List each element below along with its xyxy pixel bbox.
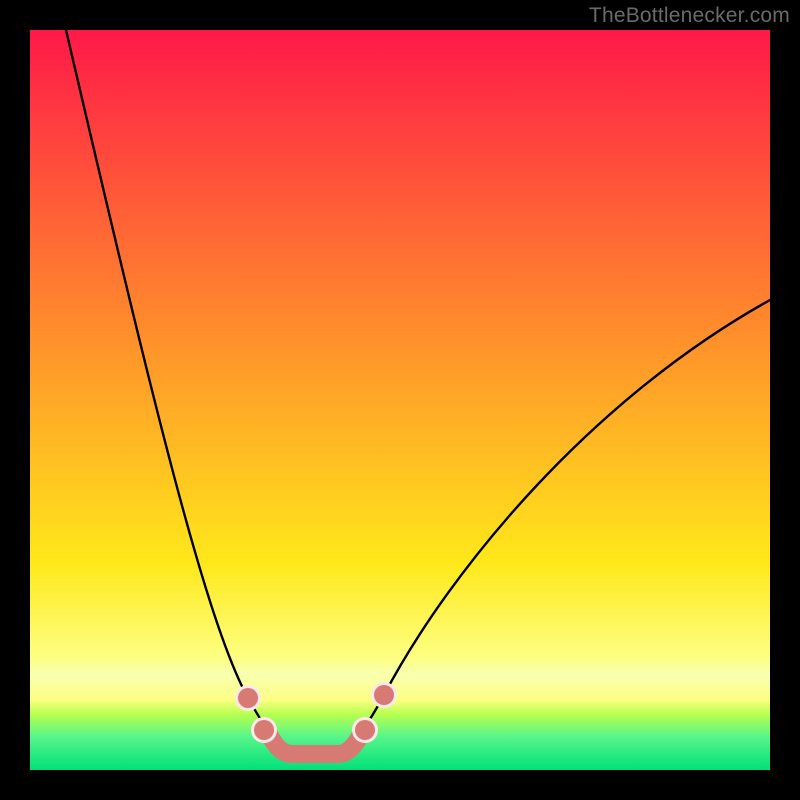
marker-right-lower	[352, 717, 378, 743]
chart-svg	[30, 30, 770, 770]
chart-frame: TheBottlenecker.com	[0, 0, 800, 800]
marker-left-upper	[235, 685, 261, 711]
marker-right-upper	[371, 682, 397, 708]
gradient-background	[30, 30, 770, 770]
marker-left-lower	[251, 717, 277, 743]
watermark-text: TheBottlenecker.com	[589, 4, 790, 28]
plot-area	[30, 30, 770, 770]
